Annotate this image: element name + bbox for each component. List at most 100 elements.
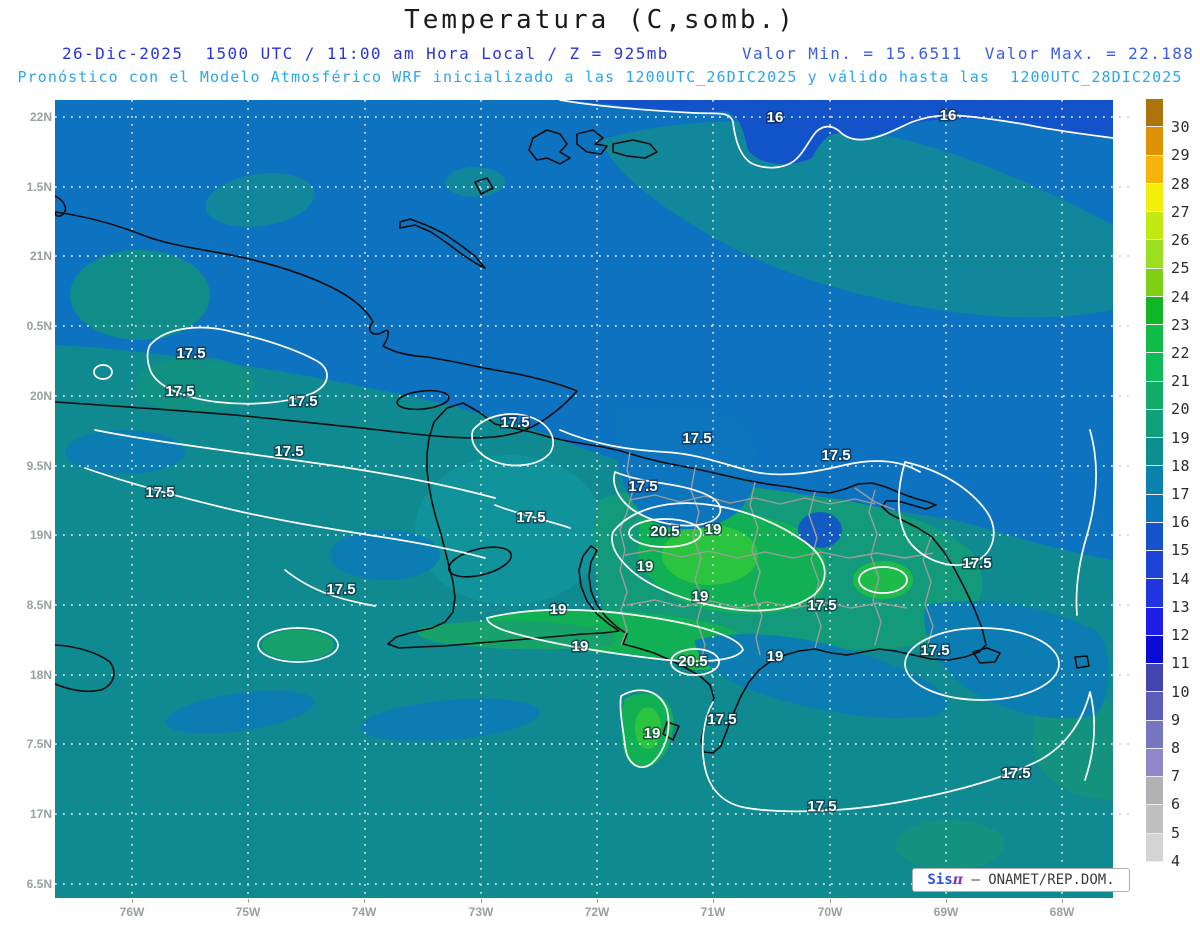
axis-label-lat: 0.5N: [26, 319, 52, 333]
contour-label: 17.5: [176, 345, 205, 362]
axis-tick-lon: [946, 899, 947, 903]
colorbar-segment: [1146, 550, 1163, 579]
map-plot-area: 16 16 17.5 17.5 17.5 17.5 17.5 17.5 17.5 17.5 17.5…: [55, 100, 1140, 898]
contour-label: 17.5: [682, 430, 711, 447]
contour-label: 19: [637, 558, 654, 575]
colorbar-segment: [1146, 578, 1163, 607]
axis-tick-lon: [713, 899, 714, 903]
contour-label: 17.5: [516, 509, 545, 526]
colorbar-segment: [1146, 239, 1163, 268]
colorbar-segment: [1146, 211, 1163, 240]
colorbar-label: 21: [1171, 372, 1191, 391]
colorbar-label: 23: [1171, 315, 1191, 334]
colorbar-label: 13: [1171, 597, 1191, 616]
contour-label: 17.5: [274, 443, 303, 460]
contour-label: 19: [692, 588, 709, 605]
weather-chart-page: Temperatura (C,somb.) 26-Dic-2025 1500 U…: [0, 0, 1200, 927]
contour-label: 17.5: [1001, 765, 1030, 782]
contour-label: 17.5: [962, 555, 991, 572]
shaded-fill-layer: [55, 100, 1113, 898]
colorbar-label: 25: [1171, 259, 1191, 278]
axis-tick-lon: [597, 899, 598, 903]
axis-label-lat: 9.5N: [26, 459, 52, 473]
colorbar-label: 29: [1171, 146, 1191, 165]
colorbar-segment: [1146, 719, 1163, 748]
contour-label: 17.5: [807, 798, 836, 815]
contour-label: 17.5: [145, 484, 174, 501]
contour-label: 16: [767, 109, 784, 126]
colorbar-label: 19: [1171, 428, 1191, 447]
colorbar-label: 8: [1171, 738, 1181, 757]
colorbar-segment: [1146, 99, 1163, 127]
colorbar-label: 7: [1171, 767, 1181, 786]
colorbar-label: 24: [1171, 287, 1191, 306]
colorbar-segment: [1146, 437, 1163, 466]
colorbar-label: 22: [1171, 343, 1191, 362]
colorbar-segment: [1146, 295, 1163, 324]
axis-tick-lon: [132, 899, 133, 903]
axis-tick-lon: [1062, 899, 1063, 903]
contour-label: 17.5: [326, 581, 355, 598]
subtitle-datetime: 26-Dic-2025 1500 UTC / 11:00 am Hora Loc…: [62, 44, 669, 63]
contour-label: 20.5: [678, 653, 707, 670]
contour-label: 19: [572, 638, 589, 655]
axis-tick-lon: [364, 899, 365, 903]
latitude-axis: 22N 1.5N 21N 0.5N 20N 9.5N 19N 8.5N 18N 7.5N 17N 6.…: [0, 0, 52, 927]
axis-label-lat: 21N: [29, 249, 52, 263]
watermark-badge: Sisπ – ONAMET/REP.DOM.: [912, 868, 1130, 892]
contour-label: 19: [705, 521, 722, 538]
contour-label: 17.5: [628, 478, 657, 495]
axis-label-lat: 22N: [29, 110, 52, 124]
axis-label-lat: 7.5N: [26, 737, 52, 751]
contour-label: 20.5: [650, 523, 679, 540]
chart-title: Temperatura (C,somb.): [404, 5, 796, 35]
axis-label-lat: 20N: [29, 389, 52, 403]
axis-tick-lon: [830, 899, 831, 903]
colorbar-segment: [1146, 154, 1163, 183]
colorbar-label: 30: [1171, 118, 1191, 137]
axis-label-lon: 72W: [584, 905, 610, 919]
contour-label: 17.5: [707, 711, 736, 728]
colorbar-segment: [1146, 380, 1163, 409]
colorbar-label: 12: [1171, 626, 1191, 645]
colorbar-segment: [1146, 493, 1163, 522]
axis-tick-lon: [248, 899, 249, 903]
colorbar-segment: [1146, 832, 1163, 861]
axis-label-lon: 73W: [468, 905, 494, 919]
colorbar-label: 27: [1171, 202, 1191, 221]
colorbar-label: 15: [1171, 541, 1191, 560]
contour-label: 17.5: [165, 383, 194, 400]
colorbar-label: 14: [1171, 569, 1191, 588]
contour-label: 17.5: [288, 393, 317, 410]
colorbar-segment: [1146, 776, 1163, 805]
contour-label: 19: [644, 725, 661, 742]
colorbar-label: 28: [1171, 174, 1191, 193]
contour-label: 19: [550, 601, 567, 618]
colorbar-segment: [1146, 691, 1163, 720]
axis-label-lat: 18N: [29, 668, 52, 682]
axis-label-lon: 69W: [933, 905, 959, 919]
colorbar-segment: [1146, 352, 1163, 381]
contour-label: 16: [940, 107, 957, 124]
axis-label-lon: 71W: [700, 905, 726, 919]
colorbar-label: 11: [1171, 654, 1191, 673]
colorbar: [1146, 99, 1163, 889]
colorbar-label: 17: [1171, 485, 1191, 503]
colorbar-segment: [1146, 324, 1163, 353]
colorbar-label: 9: [1171, 710, 1181, 729]
temperature-map: 16 16 17.5 17.5 17.5 17.5 17.5 17.5 17.5 17.5 17.5…: [55, 100, 1135, 898]
colorbar-label: 6: [1171, 795, 1181, 814]
subtitle-minmax: Valor Min. = 15.6511 Valor Max. = 22.188: [742, 44, 1195, 63]
colorbar-segment: [1146, 860, 1163, 889]
colorbar-segment: [1146, 804, 1163, 833]
colorbar-segment: [1146, 267, 1163, 296]
colorbar-label: 16: [1171, 513, 1191, 532]
colorbar-segment: [1146, 634, 1163, 663]
contour-label: 17.5: [821, 447, 850, 464]
colorbar-segment: [1146, 521, 1163, 550]
axis-label-lat: 8.5N: [26, 598, 52, 612]
axis-label-lon: 70W: [817, 905, 843, 919]
colorbar-segment: [1146, 663, 1163, 692]
colorbar-label: 4: [1171, 851, 1181, 870]
contour-label: 17.5: [920, 642, 949, 659]
